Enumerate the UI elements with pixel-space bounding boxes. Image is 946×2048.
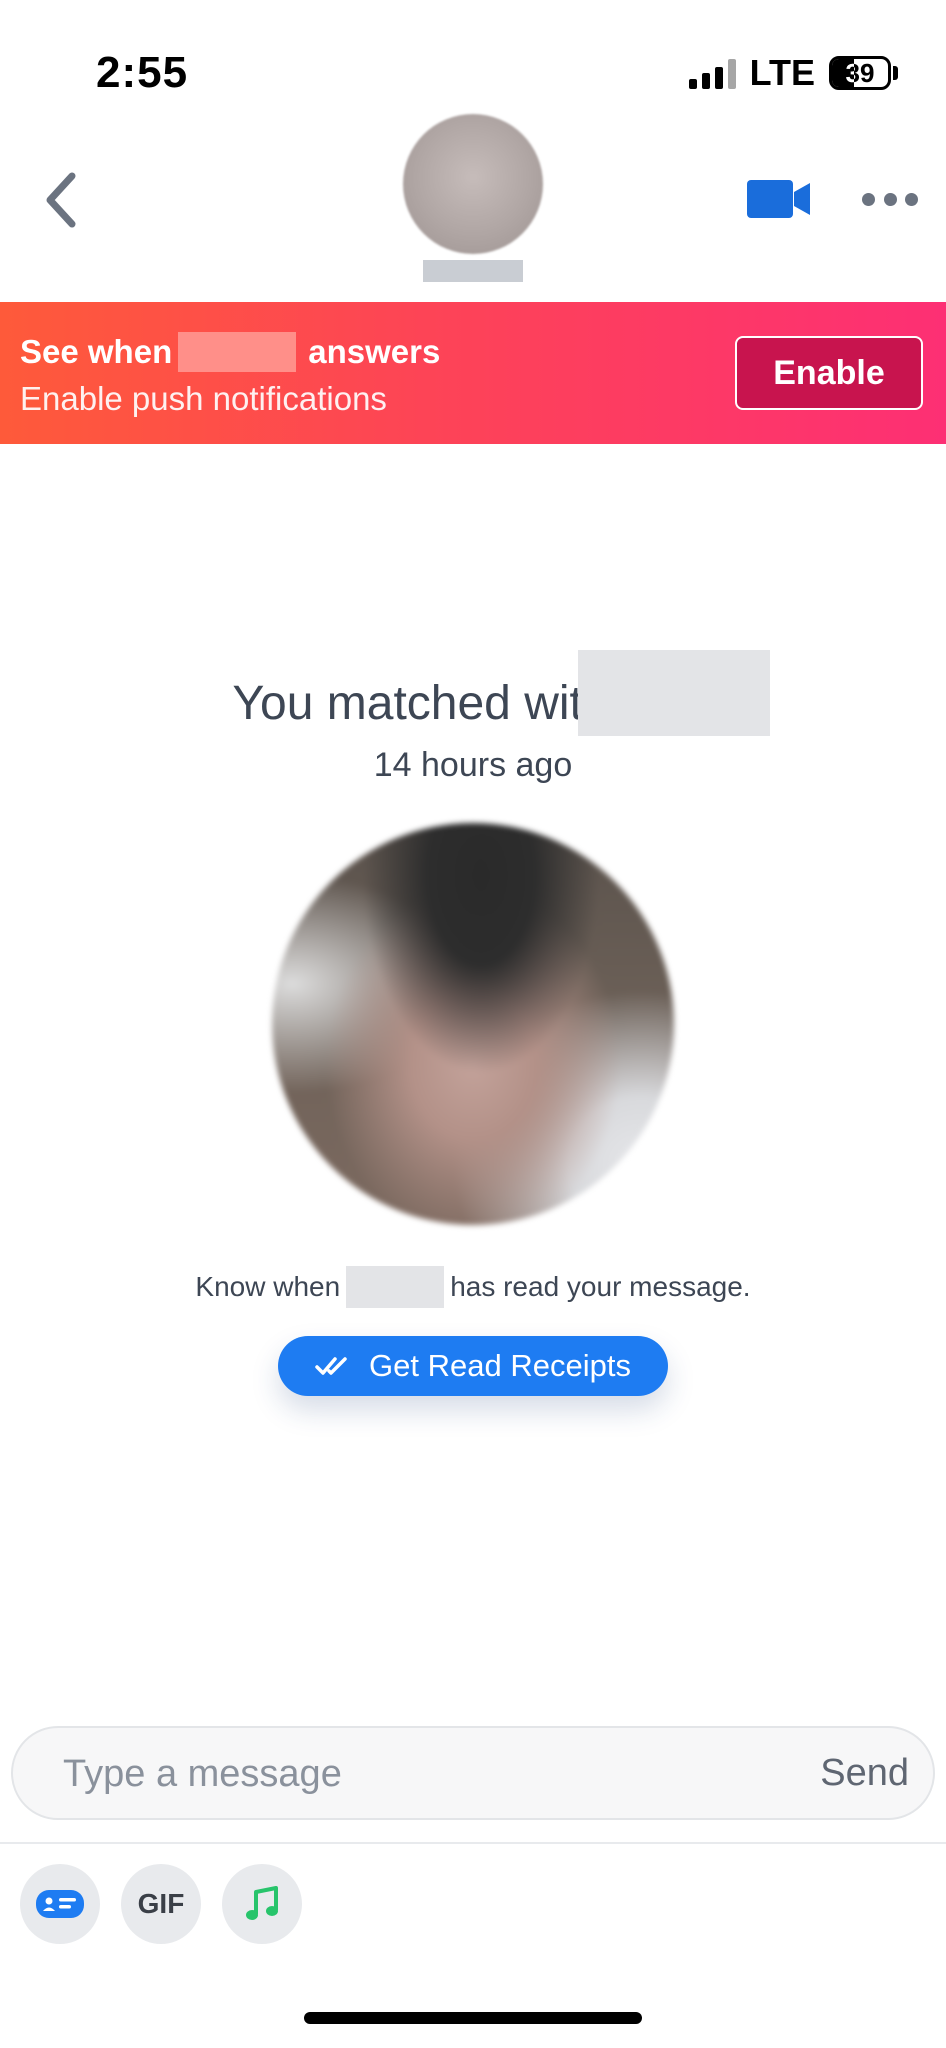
banner-name-redacted	[178, 332, 297, 372]
banner-title-prefix: See when	[20, 333, 173, 370]
get-read-receipts-label: Get Read Receipts	[369, 1348, 631, 1383]
match-photo[interactable]	[272, 823, 674, 1225]
video-call-button[interactable]	[744, 174, 814, 224]
match-title-text: You matched with	[232, 677, 610, 730]
more-dot	[905, 192, 918, 206]
match-time-ago: 14 hours ago	[373, 746, 573, 784]
message-input[interactable]	[61, 1728, 765, 1820]
match-avatar-small[interactable]	[403, 114, 543, 254]
banner-title: See when answers	[20, 332, 440, 372]
network-label: LTE	[749, 52, 815, 93]
video-camera-icon	[747, 180, 810, 218]
chevron-left-icon	[46, 172, 76, 228]
message-composer: Send	[11, 1726, 935, 1820]
read-info-prefix: Know when	[195, 1271, 341, 1302]
status-indicators: LTE 39	[688, 52, 898, 94]
send-button[interactable]: Send	[820, 1728, 909, 1818]
battery-level: 39	[845, 57, 875, 88]
banner-subtitle: Enable push notifications	[20, 380, 387, 417]
match-title: You matched with	[0, 676, 946, 731]
banner-title-suffix: answers	[308, 333, 441, 370]
read-receipts-info: Know when has read your message.	[0, 1266, 946, 1308]
more-options-button[interactable]	[862, 186, 918, 212]
read-info-suffix: has read your message.	[450, 1271, 751, 1302]
get-read-receipts-button[interactable]: Get Read Receipts	[278, 1336, 668, 1396]
home-indicator	[304, 2012, 642, 2024]
back-button[interactable]	[30, 160, 90, 240]
message-card-icon	[36, 1890, 84, 1918]
more-dot	[883, 192, 897, 206]
toolbar-divider	[0, 1842, 946, 1844]
more-dot	[862, 192, 875, 206]
battery-cap	[893, 66, 898, 80]
music-note-icon	[246, 1886, 278, 1920]
enable-notifications-button[interactable]: Enable	[735, 336, 923, 410]
signal-icon	[688, 57, 736, 89]
gif-icon: GIF	[137, 1888, 185, 1919]
double-check-icon	[315, 1357, 347, 1375]
push-notification-banner: See when answers Enable push notificatio…	[0, 302, 946, 444]
status-time: 2:55	[96, 48, 189, 97]
gif-button[interactable]: GIF	[121, 1864, 201, 1944]
match-name-redacted-large	[578, 650, 770, 736]
battery-icon: 39	[829, 56, 891, 90]
music-button[interactable]	[222, 1864, 302, 1944]
read-info-name-redacted	[346, 1266, 445, 1308]
match-name-redacted	[423, 260, 523, 282]
message-card-button[interactable]	[20, 1864, 100, 1944]
